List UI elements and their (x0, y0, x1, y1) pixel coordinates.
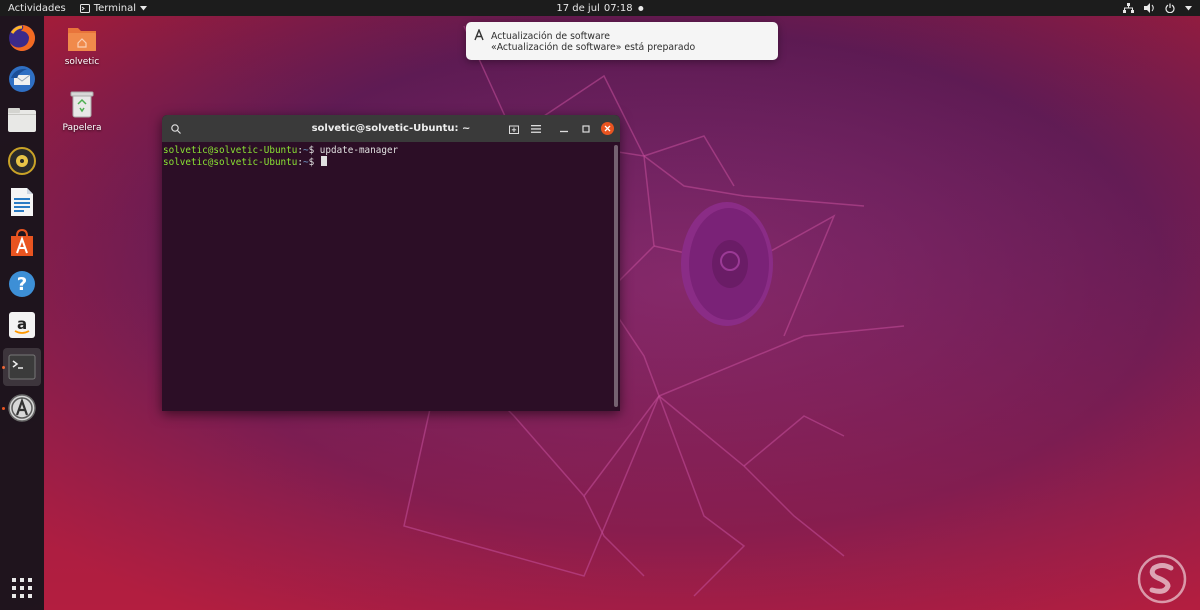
amazon-icon: a (9, 312, 35, 338)
dock-item-firefox[interactable] (6, 22, 38, 54)
software-updater-icon (474, 29, 484, 41)
desktop-icon-home[interactable]: solvetic (52, 24, 112, 67)
clock-time: 07:18 (603, 2, 633, 14)
app-menu-label: Terminal (93, 2, 137, 14)
new-tab-button[interactable] (506, 121, 522, 137)
terminal-small-icon (79, 3, 90, 13)
terminal-scrollbar[interactable] (614, 145, 618, 407)
dock-item-app-grid[interactable] (6, 572, 38, 604)
app-grid-icon (12, 578, 32, 598)
clock-date: 17 de jul (556, 2, 600, 14)
chevron-down-icon (140, 5, 148, 10)
notification-body: «Actualización de software» está prepara… (491, 42, 696, 53)
app-menu-button[interactable]: Terminal (79, 2, 148, 14)
top-bar: Actividades Terminal 17 de jul 07:18 (0, 0, 1200, 16)
notification-title: Actualización de software (491, 31, 611, 42)
svg-text:a: a (17, 315, 27, 333)
dock-item-thunderbird[interactable] (6, 63, 38, 95)
prompt-user: solvetic@solvetic-Ubuntu (163, 157, 298, 168)
help-icon: ? (9, 271, 35, 297)
close-button[interactable] (601, 122, 614, 135)
window-title: solvetic@solvetic-Ubuntu: ~ (311, 123, 471, 134)
clock-button[interactable]: 17 de jul 07:18 (556, 2, 644, 14)
power-icon (1165, 3, 1175, 13)
prompt-symbol: $ (308, 145, 315, 156)
trash-icon (70, 91, 94, 118)
dock: ? a (0, 16, 44, 610)
terminal-icon (8, 354, 36, 380)
software-updater-icon (8, 394, 36, 422)
terminal-header-bar[interactable]: solvetic@solvetic-Ubuntu: ~ (162, 115, 620, 142)
terminal-command: update-manager (319, 145, 399, 156)
hamburger-menu-icon (531, 125, 541, 133)
libreoffice-writer-icon (11, 188, 33, 216)
menu-button[interactable] (528, 121, 544, 137)
minimize-icon (560, 130, 568, 133)
dock-item-rhythmbox[interactable] (6, 145, 38, 177)
terminal-line: solvetic@solvetic-Ubuntu:~$ (163, 156, 619, 168)
desktop-icon-label: Papelera (62, 123, 102, 133)
running-indicator-icon (2, 407, 5, 410)
watermark-s-icon (1137, 554, 1187, 604)
dock-item-software-updater[interactable] (6, 392, 38, 424)
prompt-symbol: $ (308, 157, 315, 168)
desktop-icon-label: solvetic (64, 57, 100, 67)
dock-item-terminal[interactable] (3, 348, 41, 386)
minimize-button[interactable] (556, 121, 572, 137)
dock-item-writer[interactable] (6, 186, 38, 218)
dock-item-software[interactable] (6, 227, 38, 259)
dock-item-files[interactable] (6, 104, 38, 136)
firefox-icon (9, 25, 35, 51)
system-tray[interactable] (1123, 3, 1192, 13)
notification-dot-icon (638, 5, 644, 11)
files-icon (8, 108, 36, 132)
close-icon (604, 125, 611, 132)
volume-icon (1144, 3, 1154, 13)
notification-banner[interactable]: Actualización de software «Actualización… (466, 22, 778, 60)
chevron-down-icon (1185, 5, 1192, 10)
network-icon (1123, 3, 1134, 13)
terminal-window[interactable]: solvetic@solvetic-Ubuntu: ~ solvetic@sol… (162, 115, 620, 411)
terminal-line: solvetic@solvetic-Ubuntu:~$ update-manag… (163, 145, 399, 156)
new-tab-icon (509, 125, 519, 134)
maximize-icon (582, 125, 590, 133)
activities-button[interactable]: Actividades (8, 3, 66, 14)
desktop-icon-trash[interactable]: Papelera (52, 90, 112, 133)
text-cursor (320, 156, 327, 166)
maximize-button[interactable] (578, 121, 594, 137)
dock-item-help[interactable]: ? (6, 268, 38, 300)
svg-text:?: ? (17, 274, 27, 295)
thunderbird-icon (9, 66, 35, 92)
rhythmbox-icon (8, 147, 36, 175)
home-folder-icon (68, 28, 96, 51)
prompt-user: solvetic@solvetic-Ubuntu (163, 145, 298, 156)
solvetic-watermark-logo (1132, 554, 1192, 604)
search-icon (171, 124, 181, 134)
software-icon (11, 228, 33, 256)
terminal-output[interactable]: solvetic@solvetic-Ubuntu:~$ update-manag… (162, 142, 620, 171)
search-button[interactable] (168, 121, 184, 137)
dock-item-amazon[interactable]: a (6, 309, 38, 341)
